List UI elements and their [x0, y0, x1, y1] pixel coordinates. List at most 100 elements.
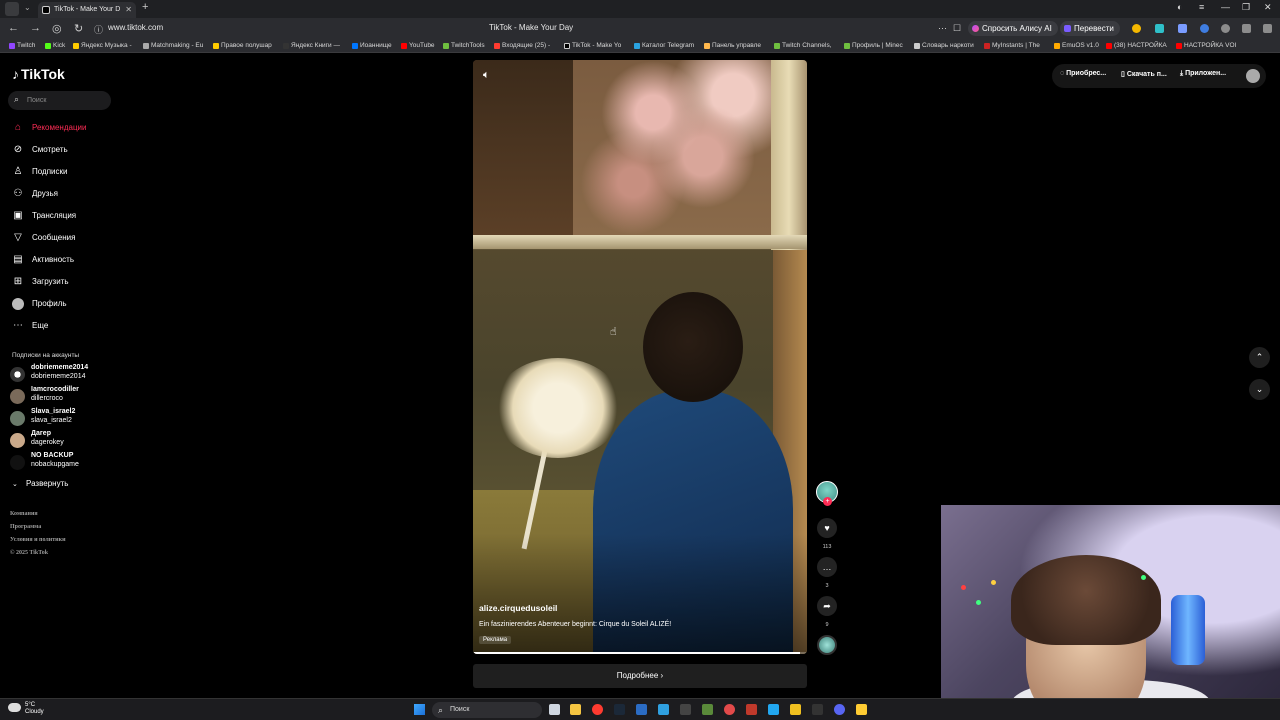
download-app-button[interactable]: ▯ Скачать п...: [1121, 70, 1167, 82]
video-scene-window: [771, 60, 807, 250]
vpn-icon[interactable]: [768, 704, 779, 715]
footer-link[interactable]: Условия и политики: [10, 537, 66, 543]
bookmark-item[interactable]: Входящие (25) -: [494, 42, 550, 49]
terminal-icon[interactable]: [812, 704, 823, 715]
new-tab-icon[interactable]: +: [142, 1, 148, 13]
site-info-icon[interactable]: ⓘ: [94, 23, 103, 36]
search-input[interactable]: [27, 94, 107, 106]
downloads-icon[interactable]: [1263, 24, 1272, 33]
video-scene-feather: [493, 358, 623, 458]
tiktok-logo[interactable]: ♪ TikTok: [12, 66, 65, 82]
extension-icon[interactable]: [1132, 24, 1141, 33]
user-avatar[interactable]: [1246, 69, 1260, 83]
bookmark-item[interactable]: Kick: [45, 42, 65, 49]
yandex-browser-icon[interactable]: [592, 704, 603, 715]
volume-icon[interactable]: 🔈︎: [483, 69, 490, 82]
bookmark-item[interactable]: Иоаннище: [352, 42, 392, 49]
bookmark-item[interactable]: Яндекс Книги —: [283, 42, 340, 49]
url-field[interactable]: www.tiktok.com: [108, 23, 163, 32]
extension-icon[interactable]: [1200, 24, 1209, 33]
bookmark-item[interactable]: MyInstants | The: [984, 42, 1040, 49]
bookmark-item[interactable]: (38) НАСТРОЙКА: [1106, 42, 1167, 49]
following-icon: ♙: [13, 166, 23, 177]
close-tab-icon[interactable]: ✕: [125, 2, 132, 18]
footer-link[interactable]: Компания: [10, 511, 38, 517]
mouse-cursor-icon: ☝︎: [610, 326, 617, 338]
bookmark-item[interactable]: YouTube: [401, 42, 435, 49]
bookmark-item[interactable]: Правое полушар: [213, 42, 272, 49]
window-menu-icon[interactable]: [5, 2, 19, 16]
learn-more-button[interactable]: Подробнее ›: [473, 664, 807, 688]
video-player[interactable]: 🔈︎ ☝︎ alize.cirquedusoleil Ein faszinier…: [473, 60, 807, 654]
webcam-scene-hair: [1011, 555, 1161, 645]
webcam-scene-lamp: [1171, 595, 1205, 665]
discord-icon[interactable]: [834, 704, 845, 715]
minimize-icon[interactable]: —: [1221, 2, 1230, 12]
ask-alice-button[interactable]: Спросить Алису AI: [968, 21, 1058, 36]
previous-video-chevron-up-icon[interactable]: ⌃: [1249, 347, 1270, 368]
bookmark-item[interactable]: Панель управле: [704, 42, 761, 49]
video-username[interactable]: alize.cirquedusoleil: [479, 603, 557, 613]
taskbar-search[interactable]: Поиск: [432, 702, 542, 718]
tab-title: TikTok - Make Your D: [54, 6, 121, 13]
weather-widget[interactable]: 5°C Cloudy: [25, 702, 44, 716]
next-video-chevron-down-icon[interactable]: ⌄: [1249, 379, 1270, 400]
tiktok-favicon-icon: [42, 6, 50, 14]
maximize-icon[interactable]: ❐: [1242, 2, 1250, 13]
search-box[interactable]: ⌕: [8, 91, 111, 110]
back-icon[interactable]: ←: [8, 22, 19, 34]
expand-accounts-button[interactable]: ⌄ Развернуть: [12, 479, 68, 488]
app-button[interactable]: ⤓ Приложен...: [1180, 70, 1226, 82]
bookmark-item[interactable]: TwitchTools: [443, 42, 485, 49]
tab-list-chevron-icon[interactable]: ⌄: [24, 3, 31, 12]
video-progress-bar[interactable]: [473, 652, 807, 654]
bookmark-item[interactable]: Twitch: [9, 42, 35, 49]
extension-icon[interactable]: [1242, 24, 1251, 33]
extension-icon[interactable]: [1221, 24, 1230, 33]
profile-icon[interactable]: ◐: [1177, 2, 1182, 12]
menu-icon[interactable]: ≡: [1199, 2, 1204, 12]
comment-icon[interactable]: …: [817, 557, 837, 577]
bookmark-item[interactable]: Профиль | Minec: [844, 42, 903, 49]
translate-button[interactable]: Перевести: [1060, 21, 1120, 36]
close-window-icon[interactable]: ✕: [1264, 2, 1272, 13]
bookmark-item[interactable]: Matchmaking - Eu: [143, 42, 203, 49]
windows-start-icon[interactable]: [414, 704, 425, 715]
app-icon[interactable]: [856, 704, 867, 715]
task-view-icon[interactable]: [549, 704, 560, 715]
forward-icon[interactable]: →: [30, 22, 41, 34]
get-coins-button[interactable]: ◌ Приобрес...: [1060, 70, 1106, 82]
bookmark-item[interactable]: Каталог Telegram: [634, 42, 694, 49]
bookmark-item[interactable]: Яндекс Музыка -: [73, 42, 132, 49]
bookmark-item[interactable]: TikTok - Make Yo: [564, 42, 621, 49]
bookmark-item[interactable]: Словарь наркоти: [914, 42, 974, 49]
music-disc-icon[interactable]: [817, 635, 837, 655]
tab-tiktok[interactable]: TikTok - Make Your D ✕: [38, 2, 136, 18]
more-options-icon[interactable]: ⋯: [938, 23, 947, 34]
follow-plus-icon[interactable]: +: [823, 497, 832, 506]
browser-tab-bar: ⌄ TikTok - Make Your D ✕ + ◐ ≡ — ❐ ✕: [0, 0, 1280, 18]
bookmark-item[interactable]: EmuOS v1.0: [1054, 42, 1099, 49]
app-icon[interactable]: [790, 704, 801, 715]
like-heart-icon[interactable]: ♥: [817, 518, 837, 538]
file-explorer-icon[interactable]: [570, 704, 581, 715]
share-icon[interactable]: ➦: [817, 596, 837, 616]
steam-icon[interactable]: [614, 704, 625, 715]
telegram-icon[interactable]: [658, 704, 669, 715]
upload-icon: ⊞: [13, 276, 23, 287]
like-count: 113: [822, 544, 832, 550]
app-icon[interactable]: [636, 704, 647, 715]
extension-icon[interactable]: [1178, 24, 1187, 33]
share-count: 9: [825, 622, 829, 628]
app-icon[interactable]: [680, 704, 691, 715]
extension-icon[interactable]: [1155, 24, 1164, 33]
extensions-icon[interactable]: ◎: [52, 22, 62, 35]
app-icon[interactable]: [724, 704, 735, 715]
bookmark-icon[interactable]: ☐: [953, 23, 961, 34]
reload-icon[interactable]: ↻: [74, 22, 83, 35]
antivirus-icon[interactable]: [746, 704, 757, 715]
bookmark-item[interactable]: Twitch Channels,: [774, 42, 832, 49]
minecraft-icon[interactable]: [702, 704, 713, 715]
footer-link[interactable]: Программа: [10, 524, 41, 530]
bookmark-item[interactable]: НАСТРОЙКА VOI: [1176, 42, 1236, 49]
